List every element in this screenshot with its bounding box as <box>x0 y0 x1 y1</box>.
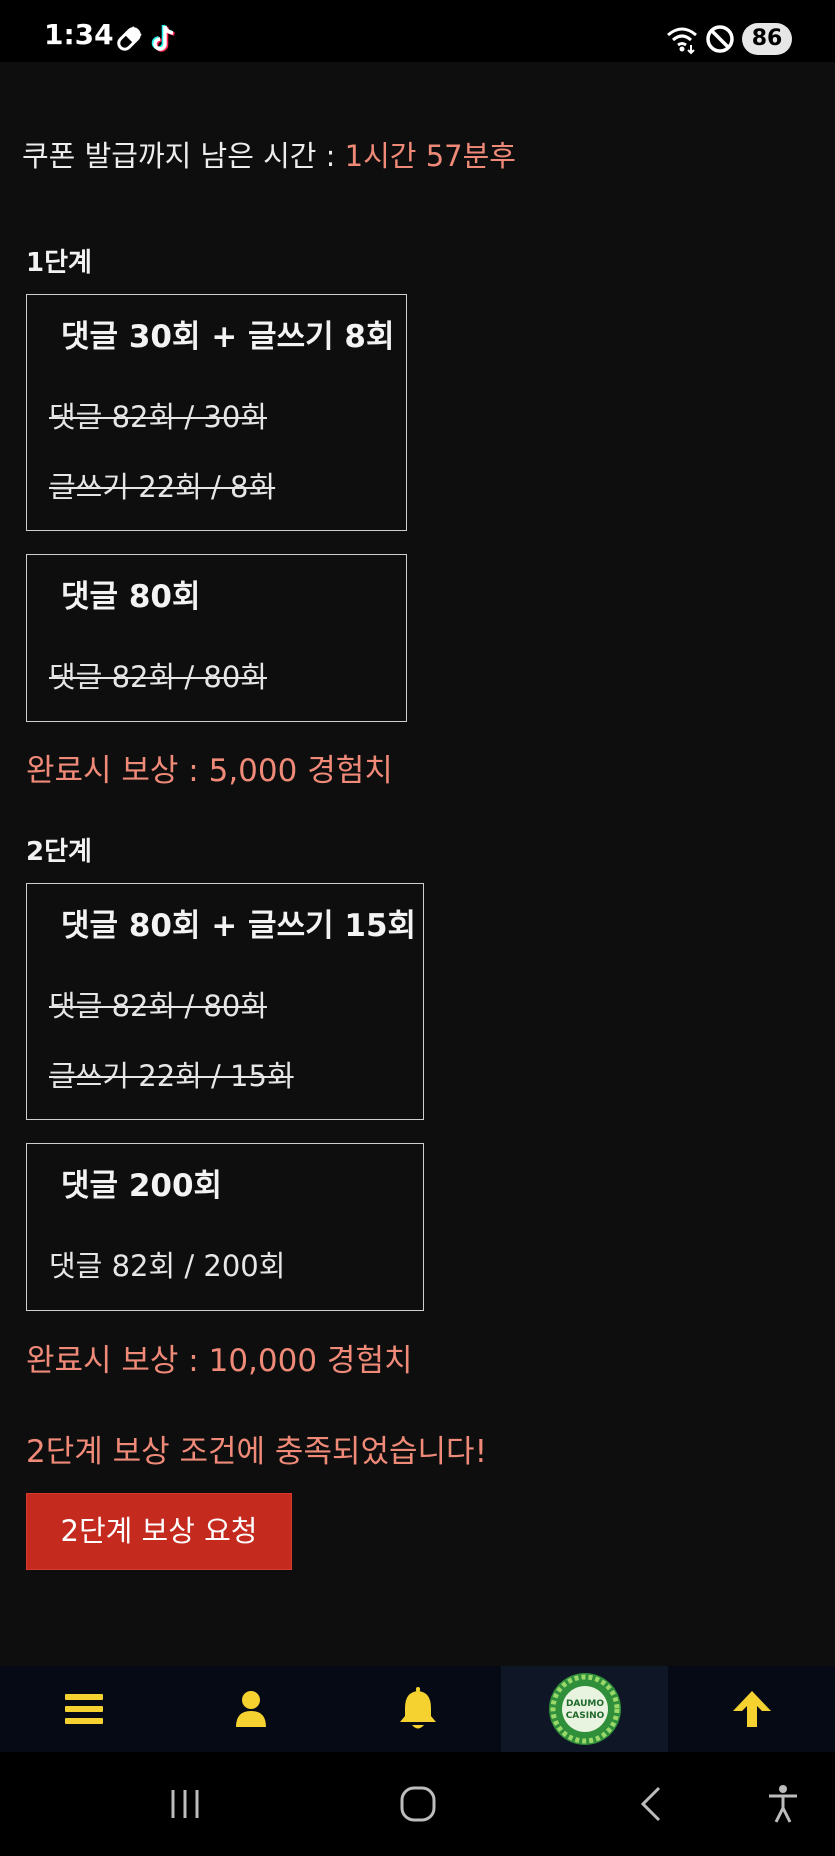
profile-button[interactable] <box>167 1666 334 1752</box>
mission-progress-comments: 댓글 82회 / 200회 <box>49 1249 286 1283</box>
system-nav-bar <box>0 1752 835 1856</box>
coupon-timer: 쿠폰 발급까지 남은 시간 : 1시간 57분후 <box>22 133 516 175</box>
battery-indicator: 86 <box>742 23 792 55</box>
mission-progress-comments: 댓글 82회 / 80회 <box>49 989 267 1023</box>
stage-2-mission-1: 댓글 80회 + 글쓰기 15회 댓글 82회 / 80회 글쓰기 22회 / … <box>26 883 424 1120</box>
accessibility-button[interactable] <box>758 1778 808 1830</box>
user-icon <box>235 1691 266 1727</box>
coupon-timer-value: 1시간 57분후 <box>344 139 516 173</box>
home-icon <box>400 1786 436 1822</box>
tiktok-icon <box>151 24 175 52</box>
stage-1-mission-1: 댓글 30회 + 글쓰기 8회 댓글 82회 / 30회 글쓰기 22회 / 8… <box>26 294 407 531</box>
mission-title: 댓글 80회 + 글쓰기 15회 <box>61 908 417 944</box>
menu-icon <box>64 1694 103 1724</box>
casino-home-button[interactable]: DAUMO CASINO <box>501 1666 668 1752</box>
bottom-nav: DAUMO CASINO <box>0 1666 835 1752</box>
stage-1-label: 1단계 <box>26 248 92 278</box>
stage-1-reward: 완료시 보상 : 5,000 경험치 <box>26 753 393 789</box>
pill-icon <box>117 26 142 51</box>
status-time: 1:34 <box>44 18 114 51</box>
logo-text-bottom: CASINO <box>565 1711 604 1721</box>
status-bar: 1:34 86 <box>0 0 835 62</box>
notifications-button[interactable] <box>334 1666 501 1752</box>
stage-2-mission-2: 댓글 200회 댓글 82회 / 200회 <box>26 1143 424 1311</box>
mission-progress-comments: 댓글 82회 / 30회 <box>49 400 267 434</box>
claim-reward-button[interactable]: 2단계 보상 요청 <box>26 1493 292 1570</box>
stage-2-label: 2단계 <box>26 837 92 867</box>
mission-progress-posts: 글쓰기 22회 / 15회 <box>49 1059 294 1093</box>
mission-title: 댓글 80회 <box>61 579 201 615</box>
coupon-timer-label: 쿠폰 발급까지 남은 시간 : <box>22 139 345 173</box>
stage-1-mission-2: 댓글 80회 댓글 82회 / 80회 <box>26 554 407 722</box>
do-not-disturb-icon <box>706 25 734 53</box>
mission-progress-comments: 댓글 82회 / 80회 <box>49 660 267 694</box>
arrow-up-icon <box>732 1691 771 1727</box>
back-button[interactable] <box>627 1778 677 1830</box>
accessibility-icon <box>769 1785 797 1823</box>
recent-apps-button[interactable] <box>160 1778 210 1830</box>
logo-text-top: DAUMO <box>565 1699 603 1709</box>
mission-progress-posts: 글쓰기 22회 / 8회 <box>49 470 276 504</box>
reward-eligibility-notice: 2단계 보상 조건에 충족되었습니다! <box>26 1434 487 1470</box>
casino-logo: DAUMO CASINO <box>548 1673 621 1745</box>
scroll-top-button[interactable] <box>668 1666 835 1752</box>
mission-title: 댓글 30회 + 글쓰기 8회 <box>61 319 395 355</box>
bell-icon <box>399 1687 436 1729</box>
back-icon <box>640 1786 661 1822</box>
mission-title: 댓글 200회 <box>61 1168 223 1204</box>
recent-apps-icon <box>171 1790 199 1818</box>
stage-2-reward: 완료시 보상 : 10,000 경험치 <box>26 1343 413 1379</box>
wifi-icon <box>667 27 697 55</box>
menu-button[interactable] <box>0 1666 167 1752</box>
home-button[interactable] <box>393 1778 443 1830</box>
